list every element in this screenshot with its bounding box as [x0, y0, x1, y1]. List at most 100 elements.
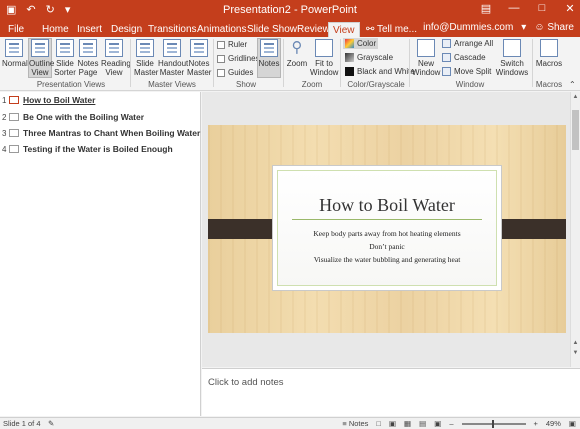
reading-view-icon [105, 39, 123, 57]
normal-view-button[interactable]: Normal [2, 39, 28, 68]
fit-to-window-icon [315, 39, 333, 57]
group-label-window: Window [455, 80, 485, 89]
status-right: ≡ Notes □ ▣ ▦ ▤ ▣ – + 49% ▣ [342, 419, 576, 428]
ribbon-view: Normal Outline View Slide Sorter Notes P… [0, 37, 580, 91]
normal-view-status-icon[interactable]: ▣ [389, 419, 396, 428]
guides-checkbox[interactable]: Guides [217, 68, 253, 77]
slide-title[interactable]: How to Boil Water [278, 195, 496, 216]
handout-master-button[interactable]: Handout Master [158, 39, 188, 77]
macros-button[interactable]: Macros [535, 39, 563, 68]
group-label-macros: Macros [535, 80, 563, 89]
outline-item-number: 3 [2, 128, 7, 138]
collapse-ribbon-icon[interactable]: ⌃ [569, 80, 576, 89]
scrollbar-thumb[interactable] [572, 110, 579, 150]
account-dropdown-icon[interactable]: ▾ [521, 22, 526, 33]
arrange-all-button[interactable]: Arrange All [442, 39, 493, 48]
lightbulb-icon: ⚯ [366, 24, 375, 35]
notes-toggle-button[interactable]: Notes [257, 38, 281, 78]
outline-item-number: 2 [2, 112, 7, 122]
tab-home[interactable]: Home [38, 22, 73, 37]
outline-item-title: Testing if the Water is Boiled Enough [23, 144, 173, 154]
tab-view[interactable]: View [328, 22, 360, 37]
next-slide-icon[interactable]: ▼ [572, 350, 579, 356]
zoom-slider[interactable] [461, 419, 526, 428]
slide-canvas[interactable]: How to Boil Water Keep body parts away f… [208, 125, 566, 333]
notes-status-icon: ≡ [342, 419, 347, 428]
account-area: info@Dummies.com ▾ ☺ Share [423, 22, 574, 33]
notes-status-button[interactable]: ≡ Notes [342, 419, 368, 428]
zoom-out-icon[interactable]: – [449, 419, 453, 428]
notes-icon [260, 39, 278, 57]
title-card[interactable]: How to Boil Water Keep body parts away f… [272, 165, 502, 291]
ribbon-separator [283, 39, 284, 87]
handout-master-icon [163, 39, 181, 57]
reading-view-status-icon[interactable]: ▤ [419, 419, 426, 428]
ribbon-separator [340, 39, 341, 87]
notes-placeholder[interactable]: Click to add notes [208, 377, 284, 388]
reading-view-button[interactable]: Reading View [101, 39, 131, 77]
slide-sorter-button[interactable]: Slide Sorter [53, 39, 77, 77]
zoom-button[interactable]: ⚲ Zoom [286, 39, 308, 68]
previous-slide-icon[interactable]: ▲ [572, 340, 579, 346]
outline-item[interactable]: 2 Be One with the Boiling Water [2, 112, 144, 122]
comments-icon[interactable]: □ [376, 419, 381, 428]
account-email[interactable]: info@Dummies.com [423, 22, 513, 33]
outline-item[interactable]: 4 Testing if the Water is Boiled Enough [2, 144, 173, 154]
spelling-icon[interactable]: ✎ [48, 419, 54, 428]
slide-body[interactable]: Keep body parts away from hot heating el… [278, 227, 496, 266]
zoom-in-icon[interactable]: + [534, 419, 538, 428]
slide-sorter-icon [56, 39, 74, 57]
macros-icon [540, 39, 558, 57]
fit-to-window-button[interactable]: Fit to Window [310, 39, 338, 77]
outline-pane[interactable]: 1 How to Boil Water 2 Be One with the Bo… [0, 92, 201, 416]
scroll-up-icon[interactable]: ▲ [572, 94, 579, 100]
tab-file[interactable]: File [4, 22, 28, 37]
ribbon-separator [213, 39, 214, 87]
guides-checkbox-box [217, 68, 225, 77]
cascade-icon [442, 53, 451, 62]
group-label-zoom: Zoom [301, 80, 323, 89]
slide-bullet: Don’t panic [369, 242, 405, 251]
close-button[interactable]: ✕ [564, 2, 576, 15]
ribbon-display-icon[interactable]: ▤ [480, 2, 492, 15]
zoom-percent[interactable]: 49% [546, 419, 561, 428]
tab-design[interactable]: Design [107, 22, 146, 37]
black-and-white-option[interactable]: Black and White [345, 67, 415, 76]
tell-me-box[interactable]: ⚯ Tell me... [362, 22, 421, 37]
title-card-frame: How to Boil Water Keep body parts away f… [277, 170, 497, 286]
grayscale-option[interactable]: Grayscale [345, 53, 393, 62]
ruler-checkbox[interactable]: Ruler [217, 40, 247, 49]
slideshow-status-icon[interactable]: ▣ [434, 419, 441, 428]
status-bar: Slide 1 of 4 ✎ ≡ Notes □ ▣ ▦ ▤ ▣ – + 49%… [0, 417, 580, 429]
notes-pane[interactable]: Click to add notes [202, 368, 580, 416]
title-underline [292, 219, 482, 220]
color-option[interactable]: Color [343, 38, 379, 49]
share-button[interactable]: ☺ Share [534, 22, 574, 33]
outline-view-button[interactable]: Outline View [28, 38, 54, 78]
fit-slide-icon[interactable]: ▣ [569, 419, 576, 428]
maximize-button[interactable]: □ [536, 2, 548, 15]
outline-item-title: Three Mantras to Chant When Boiling Wate… [23, 128, 201, 138]
new-window-button[interactable]: New Window [412, 39, 440, 77]
tab-animations[interactable]: Animations [193, 22, 250, 37]
vertical-scrollbar[interactable]: ▲ ▲ ▼ [570, 92, 580, 367]
slide-icon [9, 129, 19, 137]
slide-master-button[interactable]: Slide Master [134, 39, 158, 77]
outline-item[interactable]: 3 Three Mantras to Chant When Boiling Wa… [2, 128, 200, 138]
outline-item[interactable]: 1 How to Boil Water [2, 95, 95, 105]
move-split-button[interactable]: Move Split [442, 67, 491, 76]
switch-windows-button[interactable]: Switch Windows [495, 39, 529, 77]
outline-item-title: Be One with the Boiling Water [23, 112, 145, 122]
notes-master-button[interactable]: Notes Master [187, 39, 211, 77]
slide-sorter-status-icon[interactable]: ▦ [404, 419, 411, 428]
window-controls: ▤ — □ ✕ [480, 2, 576, 15]
notes-page-button[interactable]: Notes Page [77, 39, 99, 77]
new-window-icon [417, 39, 435, 57]
ribbon-tabs: File Home Insert Design Transitions Anim… [0, 21, 580, 37]
tab-insert[interactable]: Insert [73, 22, 106, 37]
minimize-button[interactable]: — [508, 2, 520, 15]
gridlines-checkbox[interactable]: Gridlines [217, 54, 260, 63]
cascade-button[interactable]: Cascade [442, 53, 486, 62]
notes-page-icon [79, 39, 97, 57]
group-label-presentation-views: Presentation Views [36, 80, 106, 89]
